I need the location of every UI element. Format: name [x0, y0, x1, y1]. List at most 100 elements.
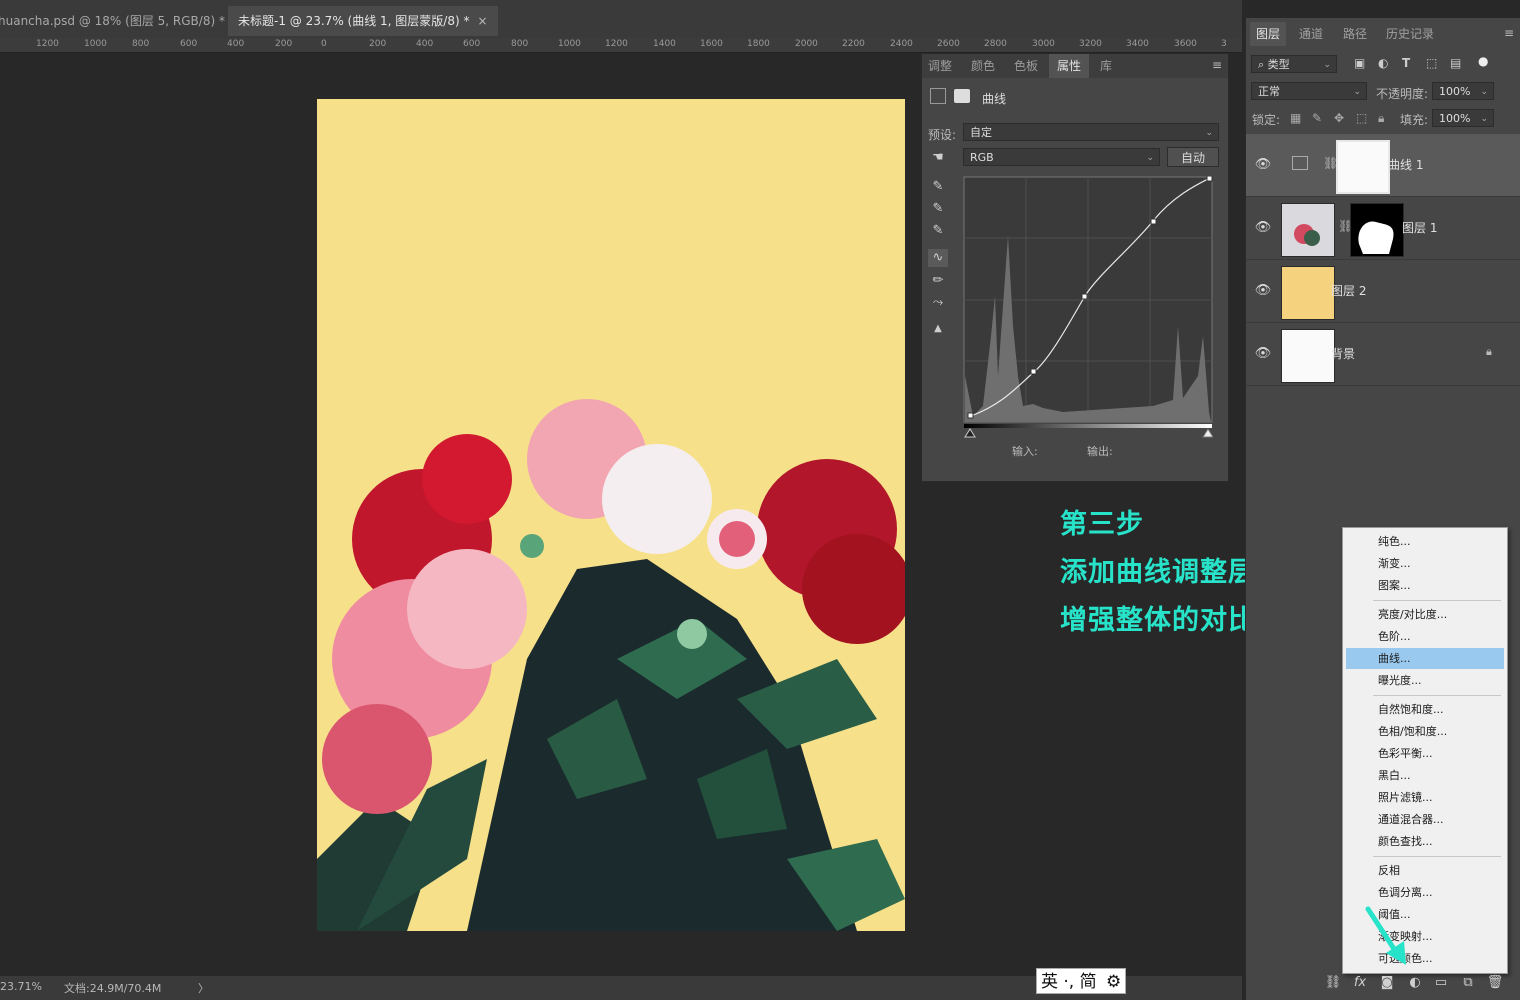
eyedropper-white-icon[interactable]: ✎	[928, 222, 948, 240]
panel-menu-icon[interactable]: ≡	[1212, 58, 1222, 72]
on-image-adjust-icon[interactable]: ☚	[928, 149, 948, 167]
tab-huancha[interactable]: huancha.psd @ 18% (图层 5, RGB/8) *×	[0, 6, 253, 36]
clipping-warning-icon[interactable]: ▲	[928, 320, 948, 338]
filter-kind: 类型	[1267, 58, 1290, 71]
menu-item-solid-color[interactable]: 纯色...	[1343, 531, 1507, 552]
layer-row-layer-1[interactable]: 👁︎ ⛓︎ 图层 1	[1246, 197, 1520, 260]
layer-row-curves-1[interactable]: 👁︎ ⛓︎ 曲线 1	[1246, 134, 1520, 197]
layer-mask-thumbnail[interactable]	[1350, 203, 1404, 257]
tab-channels[interactable]: 通道	[1299, 22, 1323, 46]
smooth-curve-icon[interactable]: ⤳	[928, 294, 948, 312]
ruler-label: 1200	[605, 39, 628, 49]
preset-select[interactable]: 自定 ⌄	[963, 123, 1219, 141]
chevron-down-icon: ⌄	[1480, 87, 1488, 97]
layer-row-layer-2[interactable]: 👁︎ 图层 2	[1246, 260, 1520, 323]
gear-icon[interactable]: ⚙	[1106, 972, 1121, 992]
curves-graph[interactable]	[963, 176, 1213, 438]
menu-item-pattern[interactable]: 图案...	[1343, 575, 1507, 596]
artboard[interactable]	[317, 99, 905, 931]
menu-item-black-white[interactable]: 黑白...	[1343, 765, 1507, 786]
menu-separator	[1373, 695, 1501, 696]
opacity-field[interactable]: 100% ⌄	[1432, 82, 1494, 100]
menu-item-photo-filter[interactable]: 照片滤镜...	[1343, 787, 1507, 808]
type-filter-icon[interactable]: T	[1402, 56, 1410, 70]
adjustment-filter-icon[interactable]: ◐	[1378, 56, 1388, 70]
visibility-eye-icon[interactable]: 👁︎	[1254, 345, 1272, 363]
tab-adjustments[interactable]: 调整	[928, 54, 952, 78]
filter-toggle-icon[interactable]: ●	[1478, 54, 1488, 68]
menu-item-invert[interactable]: 反相	[1343, 860, 1507, 881]
menu-separator	[1373, 856, 1501, 857]
layer-filter-select[interactable]: ⌕ 类型 ⌄	[1251, 55, 1337, 73]
pixel-filter-icon[interactable]: ▣	[1354, 56, 1365, 70]
lock-position-icon[interactable]: ✥	[1334, 111, 1344, 125]
channel-select[interactable]: RGB ⌄	[963, 148, 1160, 166]
tab-untitled-1[interactable]: 未标题-1 @ 23.7% (曲线 1, 图层蒙版/8) * ×	[228, 6, 498, 36]
pencil-draw-icon[interactable]: ✏	[928, 272, 948, 290]
zoom-level[interactable]: 23.71%	[0, 980, 42, 993]
lock-pixels-icon[interactable]: ✎	[1312, 111, 1322, 125]
tab-history[interactable]: 历史记录	[1386, 22, 1434, 46]
new-layer-icon[interactable]: ⧉	[1458, 973, 1478, 993]
chevron-down-icon: ⌄	[1323, 60, 1331, 70]
status-menu-arrow[interactable]: 〉	[198, 980, 209, 996]
lock-all-icon[interactable]: 🔒︎	[1378, 111, 1384, 126]
chevron-down-icon: ⌄	[1480, 114, 1488, 124]
new-group-icon[interactable]: ▭	[1431, 973, 1451, 993]
lock-artboard-icon[interactable]: ⬚	[1356, 111, 1367, 125]
add-mask-icon[interactable]: ◙	[1377, 973, 1397, 993]
chevron-down-icon: ⌄	[1353, 87, 1361, 97]
layer-thumbnail[interactable]	[1281, 266, 1335, 320]
tab-libraries[interactable]: 库	[1100, 54, 1112, 78]
ime-indicator[interactable]: 英 ·, 简 ⚙	[1036, 968, 1126, 994]
visibility-eye-icon[interactable]: 👁︎	[1254, 156, 1272, 174]
delete-layer-icon[interactable]: 🗑︎	[1485, 973, 1505, 993]
auto-button[interactable]: 自动	[1167, 147, 1219, 167]
menu-item-channel-mixer[interactable]: 通道混合器...	[1343, 809, 1507, 830]
menu-item-hue-saturation[interactable]: 色相/饱和度...	[1343, 721, 1507, 742]
ruler-label: 1600	[700, 39, 723, 49]
pointer-arrow-icon	[1365, 906, 1406, 965]
eyedropper-black-icon[interactable]: ✎	[928, 178, 948, 196]
panel-menu-icon[interactable]: ≡	[1504, 26, 1514, 40]
eyedropper-gray-icon[interactable]: ✎	[928, 200, 948, 218]
menu-item-color-balance[interactable]: 色彩平衡...	[1343, 743, 1507, 764]
layer-thumbnail[interactable]	[1281, 329, 1335, 383]
curves-adjustment-icon	[930, 88, 946, 104]
input-label: 输入:	[1012, 445, 1038, 458]
menu-item-brightness-contrast[interactable]: 亮度/对比度...	[1343, 604, 1507, 625]
layer-thumbnail[interactable]	[1281, 203, 1335, 257]
layer-mask-thumbnail[interactable]	[1336, 140, 1390, 194]
tab-color[interactable]: 颜色	[971, 54, 995, 78]
shape-filter-icon[interactable]: ⬚	[1426, 56, 1437, 70]
tab-layers[interactable]: 图层	[1250, 22, 1287, 46]
layer-name: 图层 1	[1402, 221, 1438, 235]
smart-object-filter-icon[interactable]: ▤	[1450, 56, 1461, 70]
ruler-label: 3200	[1079, 39, 1102, 49]
menu-item-vibrance[interactable]: 自然饱和度...	[1343, 699, 1507, 720]
tab-paths[interactable]: 路径	[1343, 22, 1367, 46]
tab-swatches[interactable]: 色板	[1014, 54, 1038, 78]
menu-item-levels[interactable]: 色阶...	[1343, 626, 1507, 647]
blend-mode-select[interactable]: 正常 ⌄	[1251, 82, 1367, 100]
close-icon[interactable]: ×	[477, 14, 487, 28]
ruler-label: 3600	[1174, 39, 1197, 49]
lock-transparent-icon[interactable]: ▦	[1290, 111, 1301, 125]
curve-edit-points-icon[interactable]: ∿	[928, 249, 948, 267]
link-layers-icon[interactable]: ⛓︎	[1323, 973, 1343, 993]
visibility-eye-icon[interactable]: 👁︎	[1254, 282, 1272, 300]
menu-item-curves[interactable]: 曲线...	[1346, 648, 1504, 669]
tab-properties[interactable]: 属性	[1049, 54, 1090, 78]
horizontal-ruler[interactable]: 1200 1000 800 600 400 200 0 200 400 600 …	[0, 38, 1242, 53]
new-adjustment-layer-icon[interactable]: ◐	[1405, 973, 1425, 993]
menu-item-posterize[interactable]: 色调分离...	[1343, 882, 1507, 903]
fill-field[interactable]: 100% ⌄	[1432, 109, 1494, 127]
layer-mask-icon[interactable]	[954, 89, 970, 103]
visibility-eye-icon[interactable]: 👁︎	[1254, 219, 1272, 237]
menu-item-color-lookup[interactable]: 颜色查找...	[1343, 831, 1507, 852]
menu-item-exposure[interactable]: 曝光度...	[1343, 670, 1507, 691]
fx-icon[interactable]: fx	[1350, 973, 1370, 993]
ruler-label: 400	[416, 39, 434, 49]
menu-item-gradient[interactable]: 渐变...	[1343, 553, 1507, 574]
layer-row-background[interactable]: 👁︎ 背景 🔒︎	[1246, 323, 1520, 386]
